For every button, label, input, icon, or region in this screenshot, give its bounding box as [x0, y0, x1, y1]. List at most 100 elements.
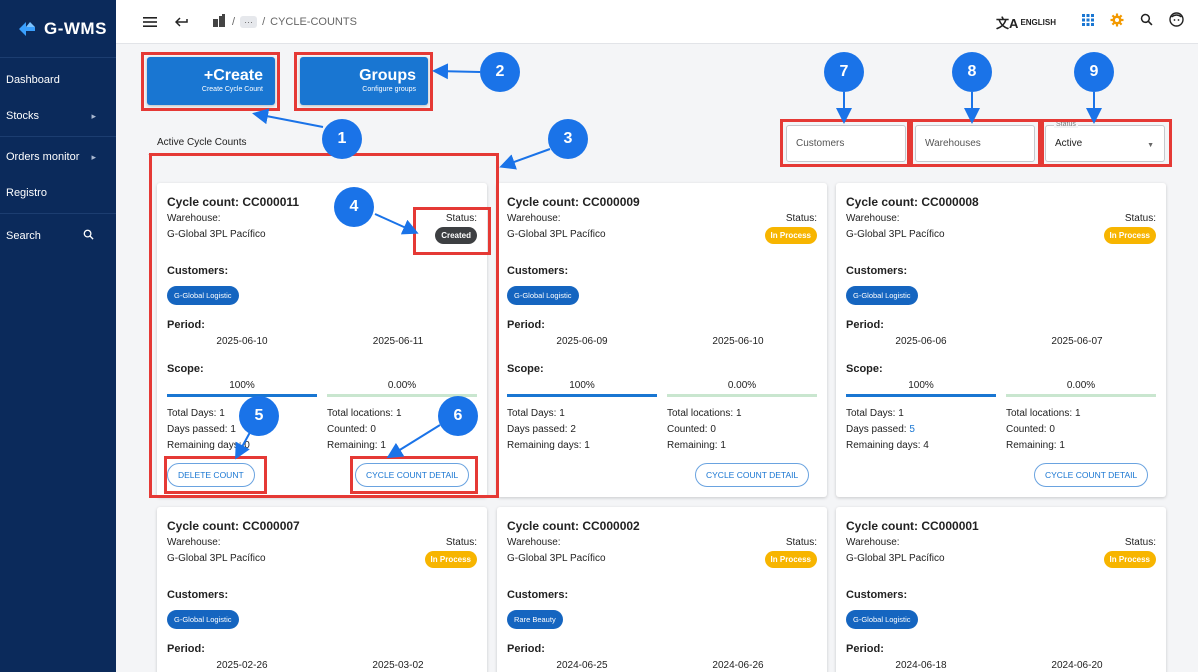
period-heading: Period: [507, 643, 545, 655]
period-heading: Period: [846, 643, 884, 655]
period-end: 2024-06-26 [712, 660, 764, 671]
period-start: 2024-06-18 [895, 660, 947, 671]
locations-progress-percent: 0.00% [387, 380, 417, 391]
cycle-count-card: Cycle count: CC000008 Warehouse: G-Globa… [836, 183, 1166, 497]
counted: Counted: 0 [1006, 424, 1055, 435]
gear-icon[interactable] [1110, 13, 1124, 32]
breadcrumb: / ··· / CYCLE-COUNTS [212, 13, 357, 30]
search-icon [83, 229, 94, 243]
annotation-3: 3 [548, 119, 588, 159]
sidebar-item-registro[interactable]: Registro [0, 175, 116, 211]
warehouse-value: G-Global 3PL Pacífico [167, 229, 266, 240]
groups-button-label: Groups [359, 67, 416, 84]
logo-icon [16, 18, 38, 40]
configure-groups-button[interactable]: Groups Configure groups [300, 57, 428, 105]
period-end: 2025-06-10 [712, 336, 764, 347]
sidebar-item-label: Orders monitor [6, 151, 80, 163]
plus-icon: + [203, 67, 214, 84]
cycle-count-detail-button[interactable]: CYCLE COUNT DETAIL [695, 463, 810, 487]
cycle-count-card: Cycle count: CC000009 Warehouse: G-Globa… [497, 183, 827, 497]
sidebar-item-search[interactable]: Search [0, 218, 116, 254]
period-end: 2025-03-02 [372, 660, 424, 671]
status-badge: In Process [764, 551, 817, 568]
home-icon[interactable] [212, 13, 227, 30]
annotation-5: 5 [239, 396, 279, 436]
annotation-4: 4 [334, 187, 374, 227]
search-icon[interactable] [1140, 13, 1153, 31]
status-badge: Created [435, 227, 477, 244]
status-badge: In Process [1103, 551, 1156, 568]
annotation-7: 7 [824, 52, 864, 92]
customers-filter[interactable]: Customers [786, 125, 906, 162]
total-days: Total Days: 1 [507, 408, 565, 419]
total-days: Total Days: 1 [167, 408, 225, 419]
status-badge: In Process [1103, 227, 1156, 244]
locations-progress-bar [1006, 394, 1156, 397]
status-select[interactable]: Status Active ▼ [1045, 121, 1165, 162]
top-bar: / ··· / CYCLE-COUNTS 文A ENGLISH [116, 0, 1198, 44]
annotation-8: 8 [952, 52, 992, 92]
sidebar-item-label: Registro [6, 187, 47, 199]
status-label: Status: [1124, 213, 1156, 224]
customer-chip: G-Global Logistic [167, 286, 239, 305]
sidebar-item-orders-monitor[interactable]: Orders monitor ▸ [0, 139, 116, 175]
warehouse-label: Warehouse: [846, 213, 900, 224]
translate-icon: 文A [996, 15, 1019, 31]
customers-heading: Customers: [846, 265, 908, 277]
period-start: 2024-06-25 [556, 660, 608, 671]
days-progress-percent: 100% [569, 380, 595, 391]
total-locations: Total locations: 1 [1006, 408, 1081, 419]
remaining-days: Remaining days: 4 [846, 440, 929, 451]
breadcrumb-separator: / [232, 15, 236, 28]
customer-chip: G-Global Logistic [846, 286, 918, 305]
warehouses-filter[interactable]: Warehouses [915, 125, 1035, 162]
cycle-count-detail-button[interactable]: CYCLE COUNT DETAIL [355, 463, 470, 487]
period-end: 2025-06-11 [372, 336, 424, 347]
create-cycle-count-button[interactable]: +Create Create Cycle Count [147, 57, 275, 105]
customers-heading: Customers: [167, 589, 229, 601]
sidebar-item-dashboard[interactable]: Dashboard [0, 62, 116, 98]
sidebar-item-stocks[interactable]: Stocks ▸ [0, 98, 116, 134]
customers-heading: Customers: [846, 589, 908, 601]
remaining-locations: Remaining: 1 [1006, 440, 1065, 451]
menu-icon[interactable] [140, 12, 160, 32]
language-selector[interactable]: 文A ENGLISH [996, 13, 1056, 32]
user-avatar-icon[interactable] [1169, 12, 1184, 32]
warehouse-value: G-Global 3PL Pacífico [507, 553, 606, 564]
status-badge: In Process [764, 227, 817, 244]
annotation-9: 9 [1074, 52, 1114, 92]
status-label: Status: [785, 213, 817, 224]
warehouse-label: Warehouse: [167, 537, 221, 548]
warehouse-label: Warehouse: [167, 213, 221, 224]
annotation-1: 1 [322, 119, 362, 159]
app-logo[interactable]: G-WMS [0, 0, 116, 58]
sidebar-item-label: Dashboard [6, 74, 60, 86]
dropdown-caret-icon: ▼ [1147, 142, 1154, 149]
divider [0, 213, 116, 214]
warehouse-label: Warehouse: [507, 537, 561, 548]
status-select-value: Active [1055, 138, 1083, 149]
card-title: Cycle count: CC000009 [507, 195, 640, 209]
back-arrow-icon[interactable] [172, 12, 192, 32]
period-heading: Period: [507, 319, 545, 331]
apps-grid-icon[interactable] [1082, 13, 1094, 31]
period-heading: Period: [846, 319, 884, 331]
warehouse-value: G-Global 3PL Pacífico [507, 229, 606, 240]
days-passed: Days passed: 2 [507, 424, 576, 435]
cycle-count-detail-button[interactable]: CYCLE COUNT DETAIL [1034, 463, 1149, 487]
days-progress-bar [507, 394, 657, 397]
card-title: Cycle count: CC000007 [167, 519, 300, 533]
divider [0, 136, 116, 137]
warehouses-filter-placeholder: Warehouses [925, 138, 981, 149]
counted: Counted: 0 [327, 424, 376, 435]
groups-button-sublabel: Configure groups [362, 86, 416, 93]
divider [148, 154, 488, 155]
delete-count-button[interactable]: DELETE COUNT [167, 463, 255, 487]
breadcrumb-collapsed[interactable]: ··· [240, 15, 258, 28]
counted: Counted: 0 [667, 424, 716, 435]
section-title: Active Cycle Counts [157, 137, 247, 148]
period-start: 2025-06-09 [556, 336, 608, 347]
cycle-count-card: Cycle count: CC000001 Warehouse: G-Globa… [836, 507, 1166, 672]
language-label: ENGLISH [1020, 17, 1056, 27]
scope-heading: Scope: [507, 363, 544, 375]
